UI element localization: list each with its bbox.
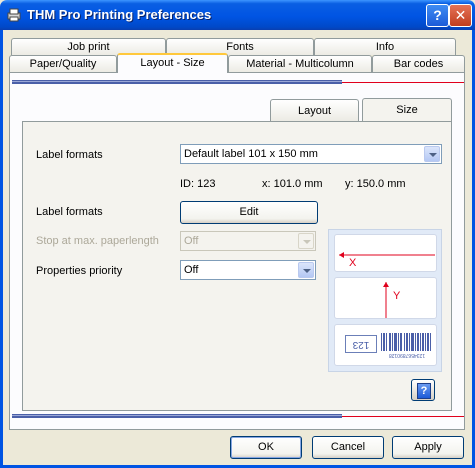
dropdown-arrow-icon[interactable]: [298, 262, 314, 278]
label-id: ID: 123: [180, 178, 216, 190]
apply-button[interactable]: Apply: [392, 436, 464, 459]
tab-material-multicolumn[interactable]: Material - Multicolumn: [228, 55, 372, 72]
dropdown-arrow-icon[interactable]: [424, 146, 440, 162]
label-formats-label: Label formats: [36, 149, 103, 161]
tab-layout-size[interactable]: Layout - Size: [117, 53, 228, 73]
ok-button[interactable]: OK: [230, 436, 302, 459]
label-preview: X Y 123 1234567890128: [328, 229, 442, 372]
label-formats-value: Default label 101 x 150 mm: [184, 148, 318, 160]
stop-at-max-select[interactable]: Off: [180, 231, 316, 251]
title-bar[interactable]: THM Pro Printing Preferences ? ✕: [0, 0, 475, 30]
barcode-icon: [381, 333, 431, 351]
help-book-icon[interactable]: ?: [411, 379, 435, 401]
stop-at-max-value: Off: [184, 235, 199, 247]
properties-priority-select[interactable]: Off: [180, 260, 316, 280]
edit-button[interactable]: Edit: [180, 201, 318, 224]
close-icon[interactable]: ✕: [449, 4, 472, 27]
barcode-text: 1234567890128: [388, 352, 426, 358]
tab-paper-quality[interactable]: Paper/Quality: [9, 55, 117, 72]
tab-info[interactable]: Info: [314, 38, 456, 55]
tab-bar-codes[interactable]: Bar codes: [372, 55, 465, 72]
preview-label-middle: Y: [334, 277, 437, 319]
help-glyph: ?: [417, 383, 431, 399]
preview-label-top: X: [334, 234, 437, 272]
label-formats-select[interactable]: Default label 101 x 150 mm: [180, 144, 442, 164]
y-dimension-marker: [383, 282, 389, 318]
label-y-size: y: 150.0 mm: [345, 178, 406, 190]
properties-priority-label: Properties priority: [36, 265, 123, 277]
label-formats-edit-label: Label formats: [36, 206, 103, 218]
properties-priority-value: Off: [184, 264, 199, 276]
bottom-decoration: [12, 414, 464, 418]
label-number-box: 123: [345, 335, 377, 353]
dropdown-arrow-icon[interactable]: [298, 233, 314, 249]
printer-icon: [7, 8, 21, 22]
tab-size[interactable]: Size: [362, 98, 452, 122]
help-icon[interactable]: ?: [426, 4, 449, 27]
cancel-button[interactable]: Cancel: [312, 436, 384, 459]
window-title: THM Pro Printing Preferences: [27, 7, 212, 22]
top-decoration: [12, 80, 464, 84]
x-label: X: [349, 257, 357, 269]
preview-label-bottom: 123 1234567890128: [334, 324, 437, 366]
label-x-size: x: 101.0 mm: [262, 178, 323, 190]
y-label: Y: [393, 290, 401, 302]
stop-at-max-label: Stop at max. paperlength: [36, 235, 159, 247]
tab-layout[interactable]: Layout: [270, 99, 359, 121]
